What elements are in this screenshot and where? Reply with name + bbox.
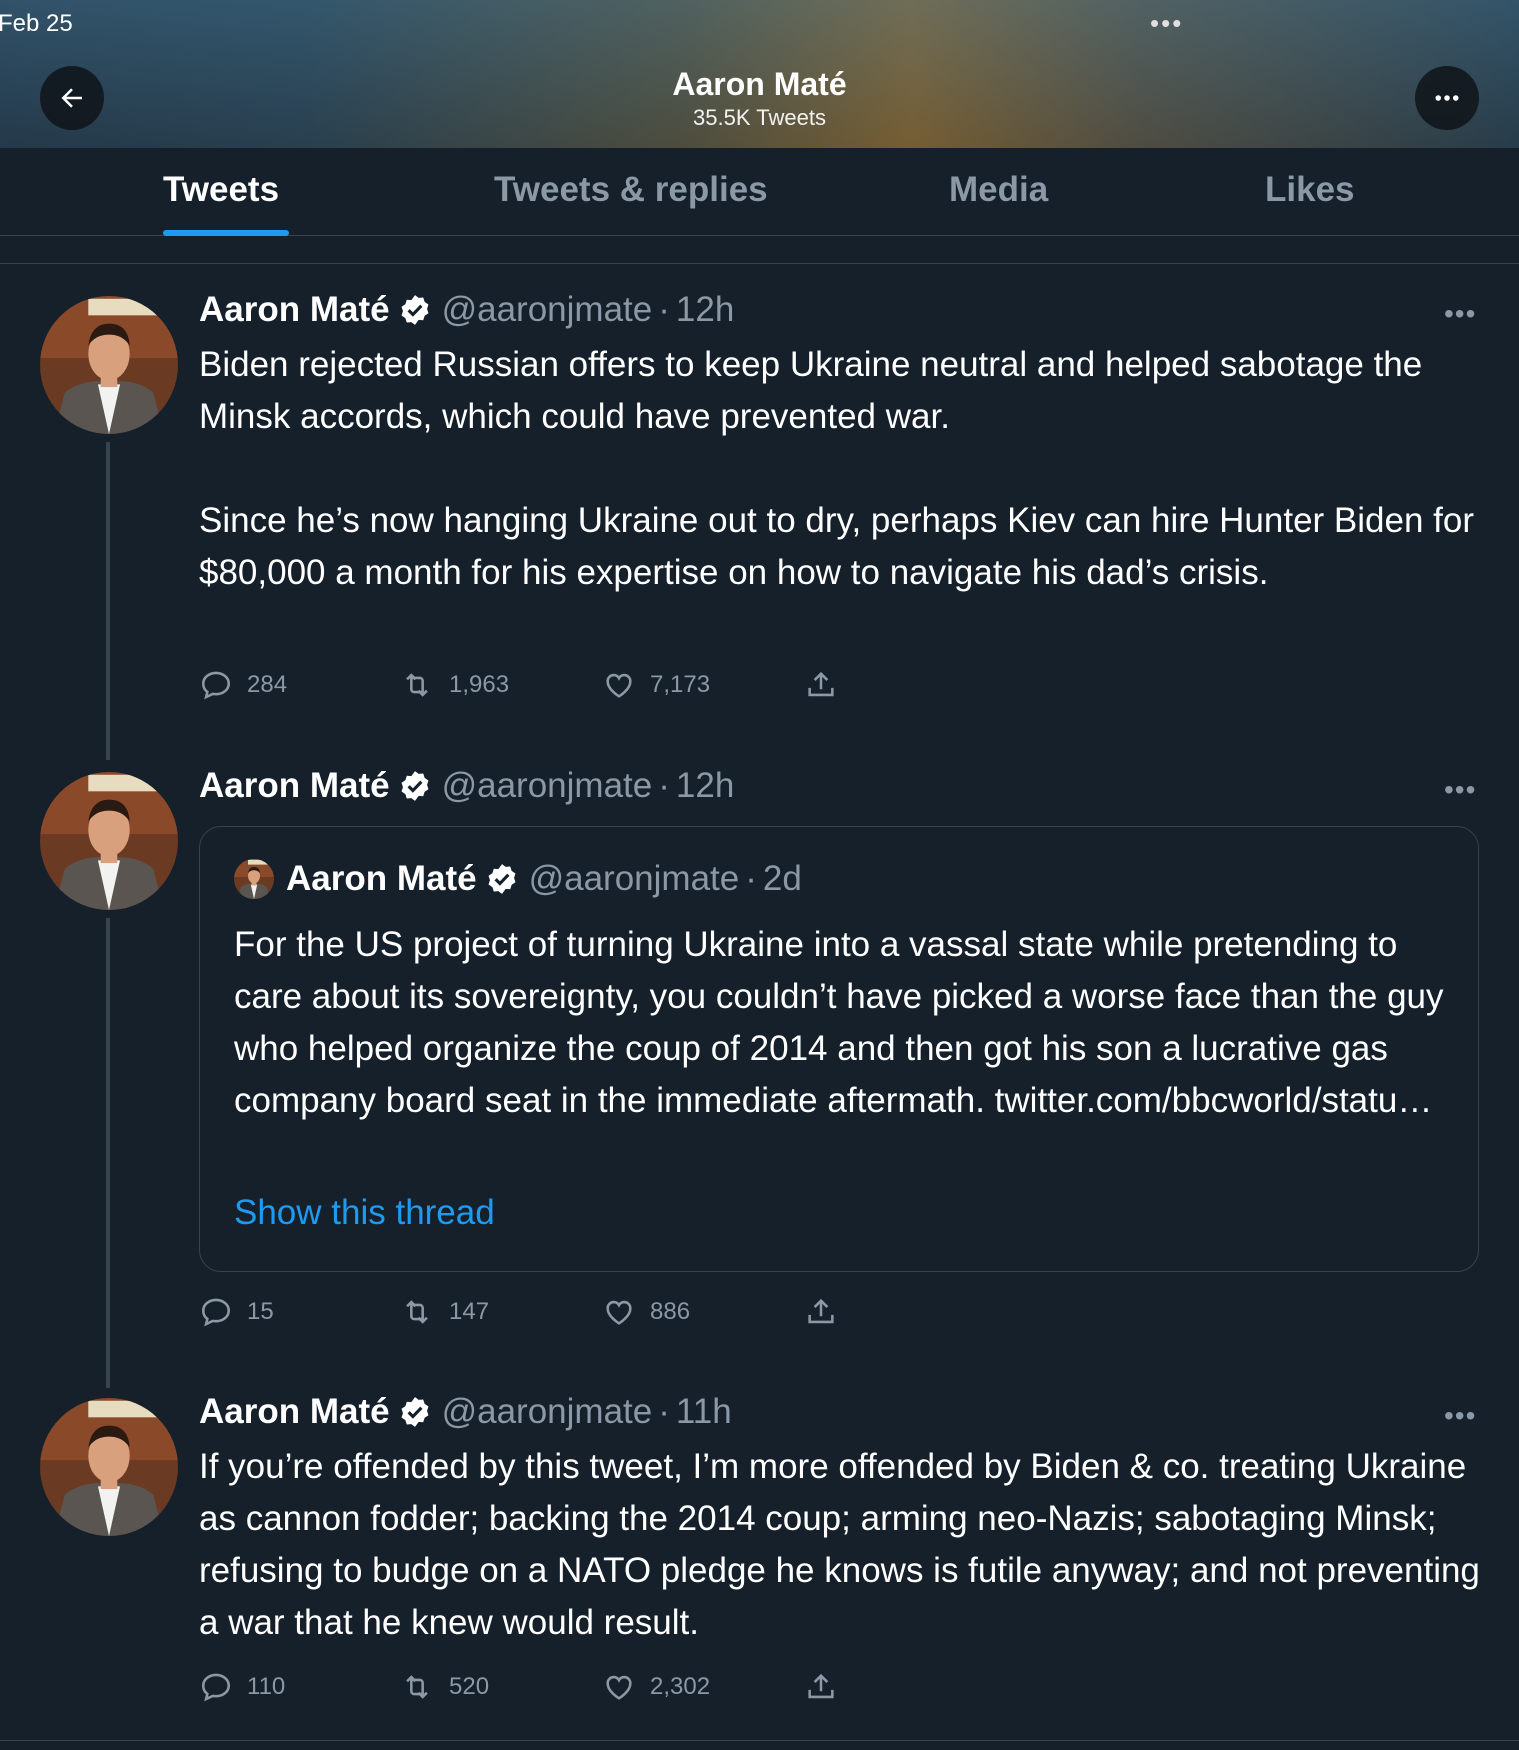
reply-icon — [201, 671, 231, 700]
tab-tweets-replies[interactable]: Tweets & replies — [494, 170, 768, 210]
heart-icon — [606, 1300, 632, 1325]
share-button[interactable] — [804, 1670, 852, 1704]
share-button[interactable] — [804, 1295, 852, 1329]
like-button[interactable]: 7,173 — [602, 668, 710, 702]
author-name[interactable]: Aaron Maté — [199, 290, 390, 330]
author-handle: @aaronjmate — [528, 859, 740, 898]
tweet-more-icon[interactable]: ••• — [1444, 298, 1476, 330]
tab-media[interactable]: Media — [949, 170, 1048, 210]
thread-connector — [106, 918, 110, 1388]
thread-connector — [106, 442, 110, 760]
tweet-time[interactable]: 11h — [676, 1392, 732, 1432]
share-icon — [808, 1298, 834, 1324]
author-handle[interactable]: @aaronjmate — [442, 290, 653, 330]
reply-count: 110 — [247, 1673, 286, 1700]
separator-dot: · — [658, 1392, 670, 1431]
divider — [0, 263, 1519, 264]
avatar[interactable] — [40, 1398, 178, 1536]
retweet-icon — [406, 1300, 428, 1324]
like-count: 7,173 — [650, 671, 711, 698]
reply-count: 284 — [247, 671, 288, 698]
author-name: Aaron Maté — [286, 859, 477, 898]
retweet-button[interactable]: 1,963 — [399, 668, 509, 702]
verified-badge-icon — [485, 862, 519, 896]
heart-icon — [606, 1675, 632, 1700]
like-count: 886 — [650, 1298, 691, 1325]
tab-tweets[interactable]: Tweets — [163, 170, 279, 210]
reply-button[interactable]: 110 — [199, 1670, 285, 1704]
quoted-tweet-text: For the US project of turning Ukraine in… — [234, 925, 1444, 1120]
tweet-actions: 15 147 886 — [199, 1295, 899, 1335]
reply-icon — [201, 1298, 231, 1327]
retweet-button[interactable]: 147 — [399, 1295, 489, 1329]
share-icon — [808, 1673, 834, 1699]
tweet-time[interactable]: 12h — [676, 290, 734, 330]
reply-icon — [201, 1673, 231, 1702]
tweet-time[interactable]: 12h — [676, 766, 734, 806]
tab-likes[interactable]: Likes — [1265, 170, 1355, 210]
author-handle[interactable]: @aaronjmate — [442, 1392, 653, 1432]
header-title: Aaron Maté 35.5K Tweets — [0, 66, 1519, 131]
multitask-dots-icon[interactable]: ••• — [1150, 8, 1183, 39]
show-thread-link[interactable]: Show this thread — [234, 1193, 495, 1233]
profile-name: Aaron Maté — [672, 66, 847, 102]
like-button[interactable]: 886 — [602, 1295, 690, 1329]
active-tab-indicator — [163, 230, 289, 236]
like-count: 2,302 — [650, 1673, 711, 1700]
quoted-tweet-header: Aaron Maté @aaronjmate · 2d — [234, 859, 802, 899]
divider — [0, 1740, 1519, 1741]
retweet-icon — [406, 1675, 428, 1699]
retweet-button[interactable]: 520 — [399, 1670, 489, 1704]
profile-header: Feb 25 ••• Aaron Maté 35.5K Tweets — [0, 0, 1519, 148]
separator-dot: · — [745, 859, 757, 898]
reply-count: 15 — [247, 1298, 274, 1325]
avatar[interactable] — [40, 296, 178, 434]
retweet-count: 147 — [449, 1298, 490, 1325]
author-name[interactable]: Aaron Maté — [199, 1392, 390, 1432]
avatar[interactable] — [40, 772, 178, 910]
like-button[interactable]: 2,302 — [602, 1670, 710, 1704]
reply-button[interactable]: 284 — [199, 668, 287, 702]
tweet-header: Aaron Maté @aaronjmate · 11h — [199, 1392, 732, 1432]
author-name[interactable]: Aaron Maté — [199, 766, 390, 806]
profile-tabs: Tweets Tweets & replies Media Likes — [0, 148, 1519, 236]
retweet-icon — [406, 673, 428, 697]
tweet-text: Biden rejected Russian offers to keep Uk… — [199, 345, 1475, 592]
heart-icon — [606, 673, 632, 698]
tweet-header: Aaron Maté @aaronjmate · 12h — [199, 290, 734, 330]
reply-button[interactable]: 15 — [199, 1295, 274, 1329]
tweet-actions: 110 520 2,302 — [199, 1670, 899, 1710]
tweet-text: If you’re offended by this tweet, I’m mo… — [199, 1447, 1490, 1642]
status-date: Feb 25 — [0, 10, 73, 37]
quoted-tweet[interactable]: Aaron Maté @aaronjmate · 2d For the US p… — [199, 826, 1479, 1272]
separator-dot: · — [658, 290, 670, 329]
avatar — [234, 859, 274, 899]
share-icon — [808, 671, 834, 697]
tweet-time: 2d — [762, 859, 802, 898]
tweet-more-icon[interactable]: ••• — [1444, 774, 1476, 806]
verified-badge-icon — [398, 293, 432, 327]
share-button[interactable] — [804, 668, 852, 702]
more-options-button[interactable] — [1415, 66, 1479, 130]
tweet-header: Aaron Maté @aaronjmate · 12h — [199, 766, 734, 806]
retweet-count: 1,963 — [449, 671, 510, 698]
tweet-actions: 284 1,963 7,173 — [199, 668, 899, 708]
author-handle[interactable]: @aaronjmate — [442, 766, 653, 806]
separator-dot: · — [658, 766, 670, 805]
verified-badge-icon — [398, 769, 432, 803]
tweet-count: 35.5K Tweets — [693, 105, 826, 130]
more-horizontal-icon — [1435, 95, 1459, 101]
retweet-count: 520 — [449, 1673, 490, 1700]
tweet-more-icon[interactable]: ••• — [1444, 1400, 1476, 1432]
verified-badge-icon — [398, 1395, 432, 1429]
